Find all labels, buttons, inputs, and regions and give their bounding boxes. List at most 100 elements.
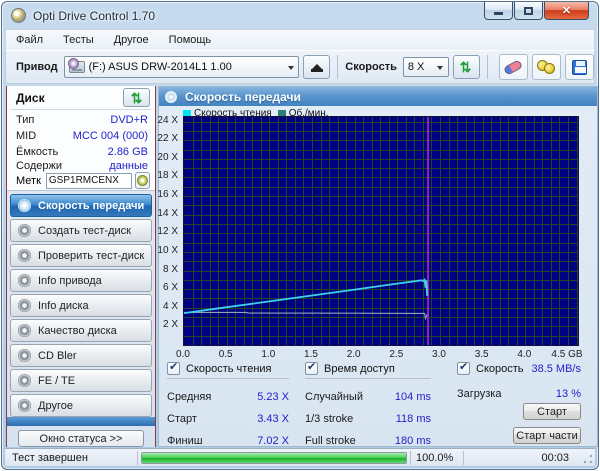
- stat-row-full-stroke: Full stroke 180 ms: [305, 435, 431, 447]
- x-axis-tick-label: 4.5 GB: [551, 349, 583, 360]
- chevron-down-icon: [287, 65, 294, 73]
- sidebar-item-drive-info[interactable]: Info привода: [10, 269, 152, 292]
- start-part-button[interactable]: Старт части: [513, 427, 581, 444]
- menu-item-tests[interactable]: Тесты: [53, 32, 104, 48]
- refresh-disk-button[interactable]: ⇄: [123, 88, 150, 107]
- x-axis-tick-label: 0.0: [176, 349, 190, 360]
- check-icon: ✔: [459, 361, 469, 373]
- x-axis-tick-label: 3.0: [432, 349, 446, 360]
- sidebar-item-create-test-disc[interactable]: Создать тест-диск: [10, 219, 152, 242]
- speed-checkbox[interactable]: ✔: [457, 361, 470, 375]
- x-axis-tick-label: 1.5: [304, 349, 318, 360]
- disc-icon: [18, 274, 31, 287]
- close-icon: ✕: [561, 5, 572, 17]
- sidebar-accent-strip: [7, 417, 155, 426]
- maximize-button[interactable]: [514, 2, 543, 20]
- erase-disc-button[interactable]: [498, 54, 528, 80]
- stat-row-random: Случайный 104 ms: [305, 391, 431, 403]
- divider: [11, 109, 151, 110]
- read-speed-title: Скорость чтения: [186, 362, 272, 375]
- status-text: Тест завершен: [12, 451, 88, 464]
- toolbar: Привод (F:) ASUS DRW-2014L1 1.00 Скорост…: [5, 50, 595, 84]
- sidebar-item-other[interactable]: Другое: [10, 394, 152, 417]
- progress-percent: 100.0%: [416, 451, 454, 464]
- save-button[interactable]: [564, 54, 594, 80]
- start-button[interactable]: Старт: [523, 403, 581, 420]
- drive-icon: [67, 58, 85, 73]
- y-axis-tick-label: 12 X: [157, 226, 178, 238]
- divider: [167, 378, 289, 379]
- menu-item-help[interactable]: Помощь: [159, 32, 222, 48]
- access-time-group: ✔ Время доступ Случайный 104 ms 1/3 stro…: [305, 361, 431, 448]
- drive-select[interactable]: (F:) ASUS DRW-2014L1 1.00: [63, 56, 300, 78]
- check-icon: ✔: [169, 361, 179, 373]
- access-time-title: Время доступ: [324, 362, 395, 375]
- disc-icon: [18, 249, 31, 262]
- y-axis: 24 X 22 X 20 X 18 X 16 X 14 X 12 X 10 X 8 X 6 X 4 …: [157, 114, 181, 346]
- drive-select-arrow[interactable]: [283, 57, 298, 77]
- speed-select[interactable]: 8 X: [402, 57, 449, 77]
- read-speed-checkbox[interactable]: ✔: [167, 361, 180, 375]
- app-disc-icon: [11, 8, 26, 23]
- panel-header: Скорость передачи: [159, 87, 597, 106]
- drive-label: Привод: [16, 61, 58, 73]
- menu-item-other[interactable]: Другое: [104, 32, 159, 48]
- stat-row-finish: Финиш 7.02 X: [167, 435, 289, 447]
- x-axis: 0.0 0.5 1.0 1.5 2.0 2.5 3.0 3.5 4.0 4.5 GB: [176, 349, 583, 361]
- access-time-checkbox[interactable]: ✔: [305, 361, 318, 375]
- status-window-button[interactable]: Окно статуса >>: [18, 430, 144, 447]
- progress-fill: [142, 452, 406, 463]
- disc-icon: [18, 399, 31, 412]
- donate-button[interactable]: [531, 54, 561, 80]
- stat-row-start: Старт 3.43 X: [167, 413, 289, 425]
- speed-select-arrow[interactable]: [433, 58, 448, 76]
- disk-capacity-value: 2.86 GB: [107, 146, 148, 158]
- sidebar-item-disc-info[interactable]: Info диска: [10, 294, 152, 317]
- toolbar-separator: [337, 55, 339, 79]
- titlebar: Opti Drive Control 1.70 ✕: [2, 2, 598, 29]
- speed-label: Скорость: [345, 61, 397, 73]
- disc-icon: [18, 324, 31, 337]
- menu-item-file[interactable]: Файл: [6, 32, 53, 48]
- transfer-rate-icon: [165, 90, 177, 103]
- refresh-speeds-button[interactable]: ⇄: [452, 55, 480, 79]
- disk-capacity-label: Ёмкость: [16, 146, 59, 158]
- disk-type-label: Тип: [16, 114, 35, 126]
- plot-area: [183, 116, 579, 346]
- disk-info-panel: Диск ⇄ Тип DVD+R MID MCC 004 (000) Ёмкос…: [7, 86, 155, 191]
- resize-grip[interactable]: [583, 454, 593, 464]
- sidebar-item-cd-bler[interactable]: CD Bler: [10, 344, 152, 367]
- toolbar-separator: [486, 55, 488, 79]
- speed-group: ✔ Скорость 38.5 MB/s Загрузка 13 % Старт…: [457, 361, 581, 444]
- y-axis-tick-label: 2 X: [162, 319, 178, 331]
- sidebar-item-transfer-rate[interactable]: Скорость передачи: [10, 194, 152, 217]
- eject-icon: [310, 62, 323, 72]
- sidebar-item-disc-quality[interactable]: Качество диска: [10, 319, 152, 342]
- minimize-button[interactable]: [484, 2, 513, 20]
- disk-type-value: DVD+R: [110, 114, 148, 126]
- progress-cell: [138, 449, 410, 466]
- close-button[interactable]: ✕: [544, 2, 589, 20]
- disc-icon: [136, 175, 148, 186]
- stat-row-load: Загрузка 13 %: [457, 388, 581, 400]
- window-title: Opti Drive Control 1.70: [33, 8, 156, 23]
- speed-title: Скорость: [476, 362, 524, 375]
- disc-icon: [18, 199, 31, 212]
- sidebar-nav: Скорость передачи Создать тест-диск Пров…: [10, 194, 152, 419]
- main-panel: Скорость передачи Скорость чтения Об./ми…: [157, 86, 598, 448]
- y-axis-tick-label: 22 X: [157, 133, 178, 145]
- sidebar-item-verify-test-disc[interactable]: Проверить тест-диск: [10, 244, 152, 267]
- eject-button[interactable]: [303, 55, 331, 79]
- refresh-icon: ⇄: [458, 61, 475, 73]
- disk-mid-row: MID MCC 004 (000): [16, 130, 148, 143]
- chevron-down-icon: [437, 65, 444, 73]
- x-axis-tick-label: 0.5: [218, 349, 233, 360]
- check-icon: ✔: [307, 361, 317, 373]
- disk-mid-value: MCC 004 (000): [72, 130, 148, 142]
- sidebar-item-fe-te[interactable]: FE / TE: [10, 369, 152, 392]
- save-floppy-icon: [571, 59, 587, 75]
- progress-bar: [141, 451, 407, 464]
- disc-label-button[interactable]: [134, 172, 150, 189]
- disk-label-input[interactable]: [45, 172, 132, 189]
- y-axis-tick-label: 24 X: [157, 114, 178, 126]
